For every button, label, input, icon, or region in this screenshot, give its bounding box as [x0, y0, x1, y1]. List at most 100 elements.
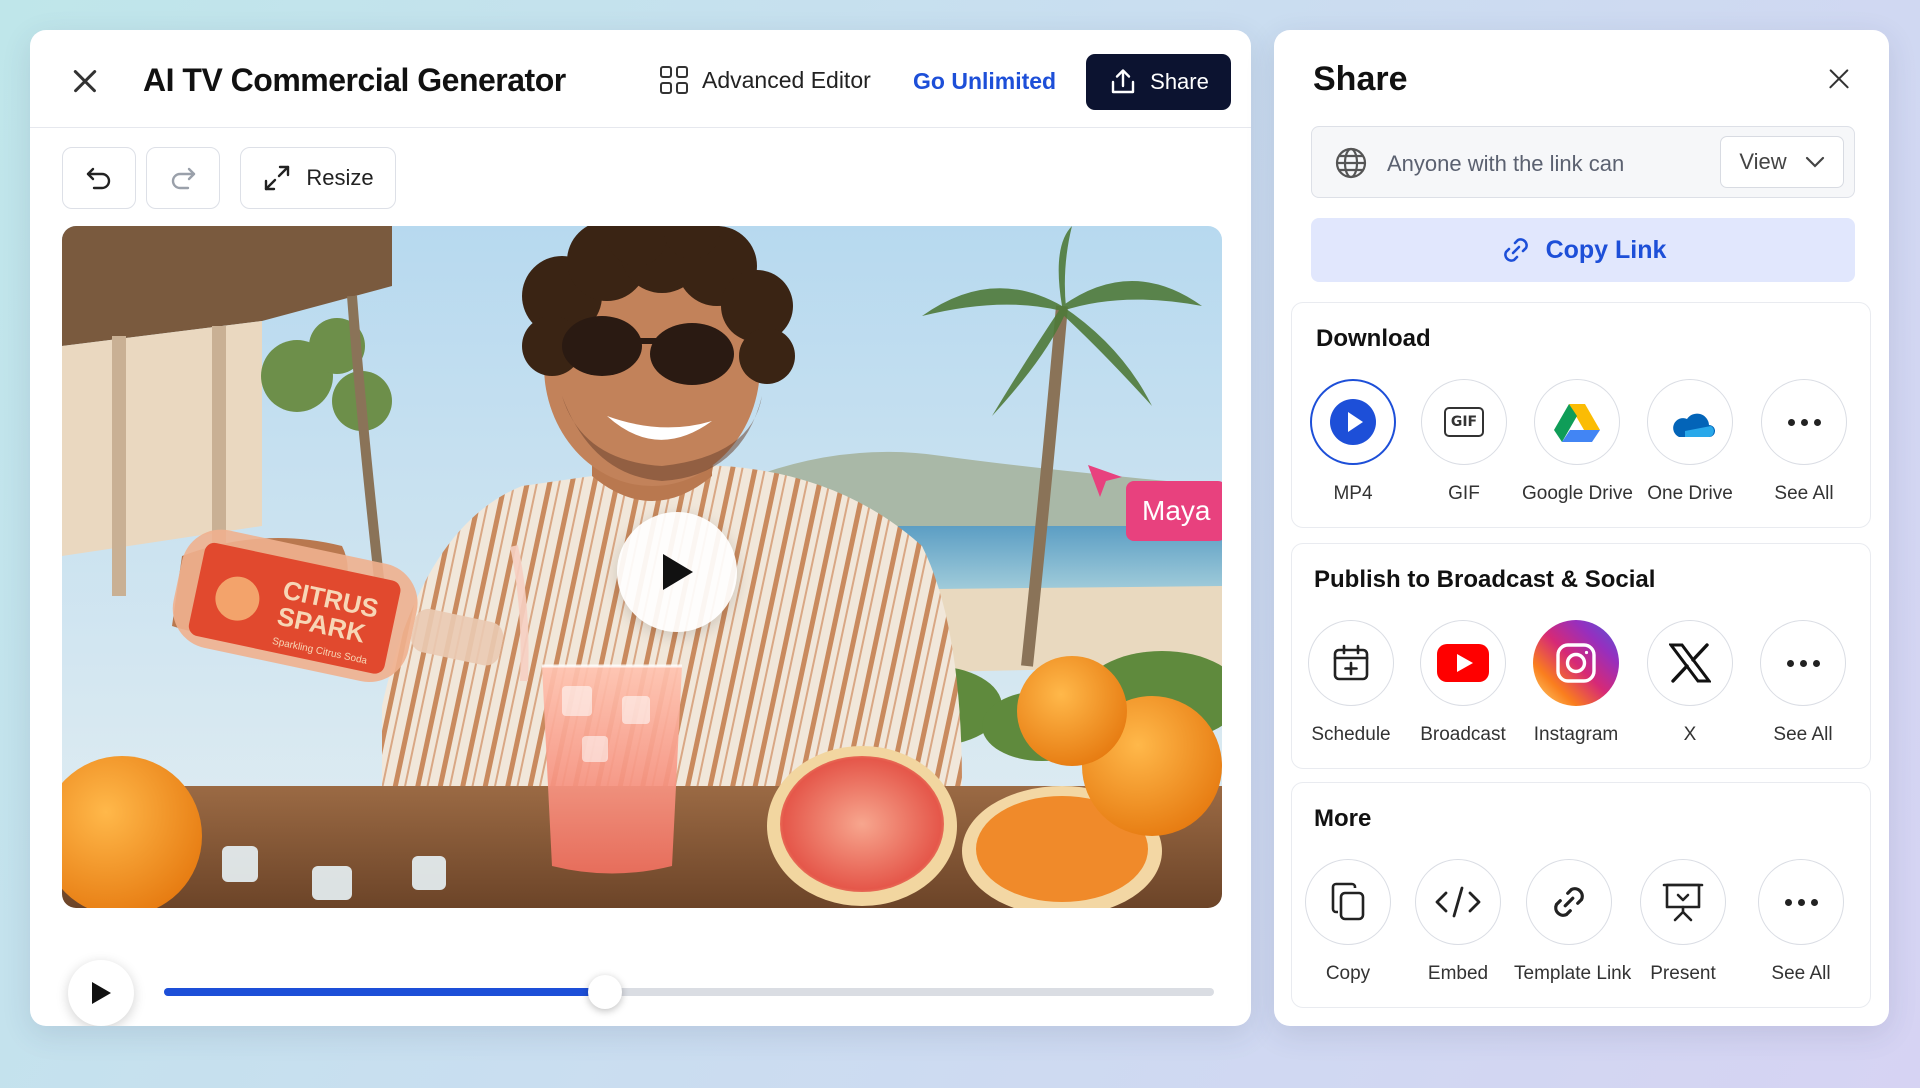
download-google-drive-option[interactable]: Google Drive [1522, 379, 1633, 505]
link-access-label: Anyone with the link can [1387, 151, 1625, 176]
publish-broadcast-option[interactable]: Broadcast [1408, 620, 1518, 746]
redo-button[interactable] [146, 147, 220, 209]
instagram-label: Instagram [1533, 724, 1619, 745]
x-label: X [1683, 724, 1697, 745]
presentation-icon [1662, 883, 1704, 922]
mp4-label: MP4 [1333, 483, 1373, 504]
code-icon [1435, 886, 1481, 918]
copy-icon [1331, 882, 1365, 921]
video-preview[interactable]: CITRUS SPARK Sparkling Citrus Soda Maya [62, 226, 1222, 908]
copy-label: Copy [1325, 963, 1371, 984]
broadcast-label: Broadcast [1420, 724, 1506, 745]
onedrive-option-circle [1647, 379, 1733, 465]
copy-link-button[interactable]: Copy Link [1311, 218, 1855, 282]
timeline-progress [164, 988, 605, 996]
timeline-play-button[interactable] [68, 960, 134, 1026]
x-logo-icon [1669, 643, 1711, 683]
permission-value: View [1739, 149, 1787, 174]
collaborator-cursor-icon [1088, 465, 1122, 497]
more-template-link-option[interactable]: Template Link [1514, 859, 1632, 985]
close-icon[interactable] [68, 64, 102, 98]
present-label: Present [1650, 963, 1716, 984]
mp4-option-circle [1310, 379, 1396, 465]
more-icon [1787, 418, 1821, 426]
play-icon [92, 982, 111, 1004]
download-onedrive-option[interactable]: One Drive [1635, 379, 1745, 505]
page-title: AI TV Commercial Generator [143, 62, 566, 98]
upload-icon [1111, 69, 1135, 94]
x-option-circle [1647, 620, 1733, 706]
embed-label: Embed [1427, 963, 1489, 984]
publish-instagram-option[interactable]: Instagram [1521, 620, 1631, 746]
gif-icon: GIF [1444, 407, 1484, 437]
google-drive-option-circle [1534, 379, 1620, 465]
instagram-icon [1556, 643, 1596, 683]
more-copy-option[interactable]: Copy [1293, 859, 1403, 985]
timeline-handle[interactable] [588, 975, 622, 1009]
copy-option-circle [1305, 859, 1391, 945]
resize-button[interactable]: Resize [240, 147, 396, 209]
present-option-circle [1640, 859, 1726, 945]
publish-x-option[interactable]: X [1635, 620, 1745, 746]
download-section-title: Download [1316, 325, 1431, 352]
more-embed-option[interactable]: Embed [1403, 859, 1513, 985]
google-drive-icon [1554, 404, 1600, 442]
play-icon [1330, 399, 1376, 445]
see-all-label: See All [1773, 724, 1833, 745]
go-unlimited-link[interactable]: Go Unlimited [913, 68, 1056, 95]
see-all-option-circle [1761, 379, 1847, 465]
download-mp4-option[interactable]: MP4 [1298, 379, 1408, 505]
schedule-label: Schedule [1311, 724, 1391, 745]
advanced-editor-label: Advanced Editor [702, 66, 871, 93]
editor-header: AI TV Commercial Generator Advanced Edit… [30, 30, 1251, 128]
see-all-label: See All [1774, 483, 1834, 504]
download-see-all-option[interactable]: See All [1749, 379, 1859, 505]
play-icon [663, 554, 693, 590]
see-all-option-circle [1758, 859, 1844, 945]
timeline-scrubber[interactable] [164, 975, 1214, 1009]
collaborator-name-badge: Maya [1126, 481, 1222, 541]
more-section-title: More [1314, 805, 1372, 832]
publish-section-title: Publish to Broadcast & Social [1314, 566, 1656, 593]
google-drive-label: Google Drive [1522, 483, 1633, 504]
template-link-label: Template Link [1514, 963, 1632, 984]
download-gif-option[interactable]: GIF GIF [1409, 379, 1519, 505]
more-see-all-option[interactable]: See All [1746, 859, 1856, 985]
video-play-button[interactable] [617, 512, 737, 632]
publish-see-all-option[interactable]: See All [1748, 620, 1858, 746]
publish-schedule-option[interactable]: Schedule [1296, 620, 1406, 746]
redo-icon [171, 167, 196, 190]
share-panel: Share Anyone with the link can View Copy… [1274, 30, 1889, 1026]
gif-label: GIF [1448, 483, 1480, 504]
advanced-editor-button[interactable]: Advanced Editor [660, 66, 871, 94]
see-all-label: See All [1771, 963, 1831, 984]
gif-option-circle: GIF [1421, 379, 1507, 465]
broadcast-option-circle [1420, 620, 1506, 706]
see-all-option-circle [1760, 620, 1846, 706]
share-button[interactable]: Share [1086, 54, 1231, 110]
download-section: Download MP4 GIF GIF Google Drive One Dr… [1291, 302, 1871, 528]
share-label: Share [1150, 69, 1209, 94]
grid-icon [660, 66, 688, 94]
close-icon[interactable] [1822, 62, 1856, 96]
instagram-option-circle [1533, 620, 1619, 706]
chevron-down-icon [1805, 156, 1824, 168]
link-icon [1554, 887, 1584, 917]
copy-link-label: Copy Link [1545, 235, 1667, 264]
embed-option-circle [1415, 859, 1501, 945]
undo-icon [86, 167, 111, 190]
more-present-option[interactable]: Present [1628, 859, 1738, 985]
more-icon [1784, 898, 1818, 906]
expand-icon [265, 165, 290, 191]
resize-label: Resize [306, 165, 374, 190]
permission-select[interactable]: View [1720, 136, 1844, 188]
editor-window: AI TV Commercial Generator Advanced Edit… [30, 30, 1251, 1026]
undo-button[interactable] [62, 147, 136, 209]
globe-icon [1335, 147, 1367, 179]
link-icon [1503, 238, 1528, 262]
link-access-row: Anyone with the link can View [1311, 126, 1855, 198]
calendar-add-icon [1333, 644, 1369, 681]
onedrive-icon [1673, 413, 1715, 437]
more-icon [1786, 659, 1820, 667]
youtube-icon [1437, 644, 1489, 682]
